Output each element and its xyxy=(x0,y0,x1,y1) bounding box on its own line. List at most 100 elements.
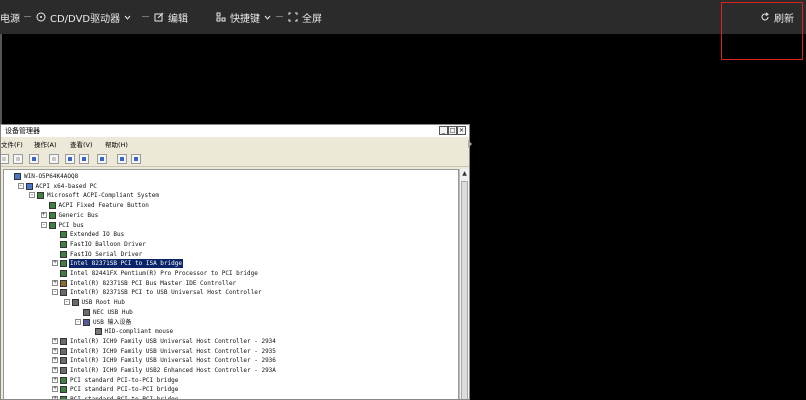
tree-item[interactable]: ACPI Fixed Feature Button xyxy=(4,201,456,210)
close-button[interactable]: × xyxy=(457,126,466,135)
tree-item[interactable]: HID-compliant mouse xyxy=(4,327,456,336)
tree-item[interactable]: + Generic Bus xyxy=(4,211,456,220)
tree-item[interactable]: - PCI bus xyxy=(4,221,456,230)
expand-icon[interactable]: + xyxy=(52,376,58,383)
tree-item[interactable]: + Intel(R) ICH9 Family USB Universal Host… xyxy=(4,337,456,346)
expand-icon[interactable]: + xyxy=(52,279,58,286)
tree-item[interactable]: Intel 82441FX Pentium(R) Pro Processor t… xyxy=(4,269,456,278)
shortcut-icon xyxy=(216,12,226,22)
window-titlebar[interactable]: 设备管理器 _ □ × xyxy=(1,125,469,137)
usb-icon xyxy=(60,357,67,365)
collapse-icon[interactable]: - xyxy=(17,182,24,189)
scan-hardware-icon[interactable] xyxy=(97,154,107,164)
menu-help[interactable]: 帮助(H) xyxy=(105,139,128,151)
menu-file[interactable]: 文件(F) xyxy=(1,139,23,151)
expand-icon[interactable]: + xyxy=(40,211,47,218)
tree-item-label: HID-compliant mouse xyxy=(104,328,174,336)
tree-item[interactable]: + PCI standard PCI-to-PCI bridge xyxy=(4,385,456,394)
tree-item-label: Microsoft ACPI-Compliant System xyxy=(47,192,159,200)
update-driver-icon[interactable] xyxy=(117,154,127,164)
collapse-icon[interactable]: - xyxy=(52,289,58,296)
tree-item[interactable]: + PCI standard PCI-to-PCI bridge xyxy=(4,395,456,400)
chip-icon xyxy=(37,192,44,200)
edit-icon xyxy=(154,12,164,22)
edit-label: 编辑 xyxy=(168,13,188,25)
disc-icon xyxy=(36,12,46,22)
tree-item-label: PCI bus xyxy=(58,221,84,229)
tree-item[interactable]: FastIO Serial Driver xyxy=(4,250,456,259)
tree-item[interactable]: + Intel 82371SB PCI to ISA bridge xyxy=(4,259,456,269)
tree-item-label: FastIO Balloon Driver xyxy=(70,240,146,248)
menu-action[interactable]: 操作(A) xyxy=(34,139,57,151)
disk-icon xyxy=(60,279,67,287)
collapse-icon[interactable]: - xyxy=(40,221,47,228)
tree-item-label: ACPI Fixed Feature Button xyxy=(58,202,149,210)
tree-item[interactable]: - USB Root Hub xyxy=(4,298,456,307)
export-icon[interactable] xyxy=(49,154,59,164)
expand-icon[interactable]: + xyxy=(52,337,58,344)
tree-item[interactable]: - USB 输入设备 xyxy=(4,318,456,327)
window-toolbar xyxy=(1,152,469,167)
tree-item-label: PCI standard PCI-to-PCI bridge xyxy=(70,386,179,394)
tree-item[interactable]: Extended IO Bus xyxy=(4,230,456,239)
usb-icon xyxy=(71,299,79,307)
forward-icon[interactable] xyxy=(13,154,23,164)
menu-view[interactable]: 查看(V) xyxy=(70,139,93,151)
back-icon[interactable] xyxy=(1,154,9,164)
expand-icon[interactable]: + xyxy=(52,260,58,267)
tree-item-label: Intel(R) 82371SB PCI to USB Universal Ho… xyxy=(70,289,262,297)
power-button[interactable]: 电源 xyxy=(0,0,20,34)
minimize-button[interactable]: _ xyxy=(439,126,448,135)
tree-item[interactable]: + PCI standard PCI-to-PCI bridge xyxy=(4,376,456,385)
panel-handle-icon[interactable] xyxy=(468,140,472,148)
chip-icon xyxy=(60,376,67,384)
tree-view-icon[interactable] xyxy=(29,154,39,164)
expand-icon[interactable]: + xyxy=(52,347,58,354)
fullscreen-icon xyxy=(288,12,298,22)
chip-icon xyxy=(48,202,56,210)
tree-item-label: Intel(R) ICH9 Family USB Universal Host … xyxy=(70,347,276,355)
computer-icon xyxy=(14,173,21,180)
cd-drive-label: CD/DVD驱动器 xyxy=(50,13,121,25)
tree-item[interactable]: FastIO Balloon Driver xyxy=(4,240,456,249)
tree-item[interactable]: + Intel(R) ICH9 Family USB Universal Host… xyxy=(4,356,456,365)
chevron-down-icon xyxy=(124,15,131,20)
chip-icon xyxy=(60,260,67,268)
scroll-up-icon[interactable]: ▲ xyxy=(460,169,469,178)
tree-item[interactable]: - Microsoft ACPI-Compliant System xyxy=(4,191,456,200)
properties-icon[interactable] xyxy=(79,154,89,164)
fullscreen-label: 全屏 xyxy=(302,13,322,25)
collapse-icon[interactable]: - xyxy=(63,299,70,306)
edit-button[interactable]: 编辑 xyxy=(154,0,188,34)
tree-item-label: Intel(R) 82371SB PCI Bus Master IDE Cont… xyxy=(70,279,237,287)
help-icon[interactable] xyxy=(65,154,75,164)
fullscreen-button[interactable]: 全屏 xyxy=(288,0,322,34)
tree-item[interactable]: NEC USB Hub xyxy=(4,308,456,317)
cd-drive-button[interactable]: CD/DVD驱动器 xyxy=(36,0,131,34)
shortcut-button[interactable]: 快捷键 xyxy=(216,0,271,34)
tree-item[interactable]: + Intel(R) ICH9 Family USB Universal Host… xyxy=(4,347,456,356)
shortcut-label: 快捷键 xyxy=(230,13,260,25)
collapse-icon[interactable]: - xyxy=(29,192,35,199)
collapse-icon[interactable]: - xyxy=(75,318,81,325)
power-label: 电源 xyxy=(0,13,20,25)
tree-item[interactable]: + Intel(R) 82371SB PCI Bus Master IDE Con… xyxy=(4,279,456,288)
tree-scrollbar[interactable]: ▲ xyxy=(459,169,469,399)
maximize-button[interactable]: □ xyxy=(448,126,457,135)
tree-item[interactable]: - Intel(R) 82371SB PCI to USB Universal H… xyxy=(4,288,456,297)
expand-icon[interactable]: + xyxy=(52,357,58,364)
menu-bar: 文件(F) 操作(A) 查看(V) 帮助(H) xyxy=(1,139,469,151)
scroll-thumb[interactable] xyxy=(461,181,468,399)
expand-icon[interactable]: + xyxy=(52,367,58,373)
window-title: 设备管理器 xyxy=(5,127,40,135)
chip-icon xyxy=(48,211,56,219)
tree-item-label: PCI standard PCI-to-PCI bridge xyxy=(70,396,179,400)
uninstall-icon[interactable] xyxy=(131,154,141,164)
expand-icon[interactable]: + xyxy=(52,396,58,399)
tree-item-label: ACPI x64-based PC xyxy=(35,182,97,190)
tree-item[interactable]: + Intel(R) ICH9 Family USB2 Enhanced Host… xyxy=(4,366,456,375)
tree-item[interactable]: - ACPI x64-based PC xyxy=(4,182,456,191)
tree-item[interactable]: WIN-O5P64K4AOQ8 xyxy=(4,172,456,181)
expand-icon[interactable]: + xyxy=(52,386,58,393)
viewer-toolbar: 电源 CD/DVD驱动器 编辑 快捷键 全屏 刷新 xyxy=(0,0,806,34)
